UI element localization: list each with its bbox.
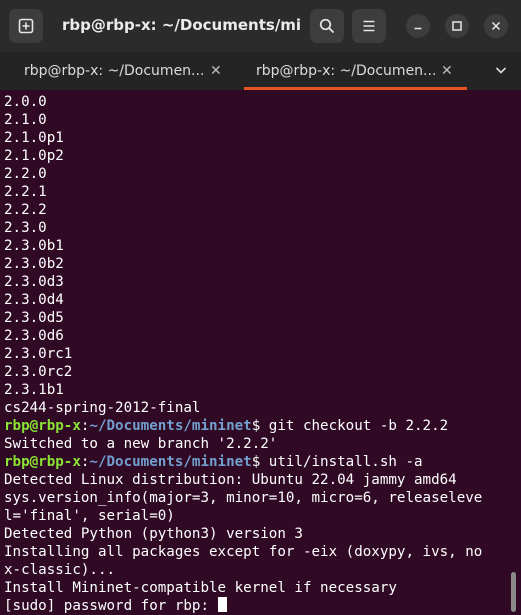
terminal-window: rbp@rbp-x: ~/Documents/minin... <box>0 0 521 615</box>
output-text: [sudo] password for rbp: <box>4 598 218 614</box>
output-text: 2.3.0d4 <box>4 292 64 308</box>
output-line: [sudo] password for rbp: <box>4 597 510 615</box>
tab-label: rbp@rbp-x: ~/Documen... <box>256 63 436 79</box>
prompt-path: ~/Documents/mininet <box>89 454 252 470</box>
output-text: 2.1.0p1 <box>4 130 64 146</box>
output-line: Installing all packages except for -eix … <box>4 543 510 561</box>
output-text: Installing all packages except for -eix … <box>4 544 483 560</box>
output-line: 2.3.0d4 <box>4 291 510 309</box>
text-cursor <box>217 597 227 612</box>
output-line: 2.2.1 <box>4 183 510 201</box>
output-line: 2.2.2 <box>4 201 510 219</box>
output-line: 2.3.0b2 <box>4 255 510 273</box>
command-text: $ git checkout -b 2.2.2 <box>251 418 449 434</box>
output-text: 2.3.0d5 <box>4 310 64 326</box>
output-line: sys.version_info(major=3, minor=10, micr… <box>4 489 510 507</box>
output-text: 2.3.0d6 <box>4 328 64 344</box>
minimize-icon <box>412 17 424 36</box>
output-line: 2.2.0 <box>4 165 510 183</box>
output-line: x-classic)... <box>4 561 510 579</box>
output-text: 2.3.0b1 <box>4 238 64 254</box>
output-text: 2.3.0rc1 <box>4 346 73 362</box>
output-line: 2.1.0p2 <box>4 147 510 165</box>
output-text: Detected Python (python3) version 3 <box>4 526 303 542</box>
output-line: 2.3.0d5 <box>4 309 510 327</box>
minimize-button[interactable] <box>406 14 430 38</box>
output-text: Switched to a new branch '2.2.2' <box>4 436 278 452</box>
output-line: l='final', serial=0) <box>4 507 510 525</box>
chevron-down-icon <box>494 62 508 81</box>
output-line: 2.3.0d3 <box>4 273 510 291</box>
prompt-line: rbp@rbp-x:~/Documents/mininet$ git check… <box>4 417 510 435</box>
output-line: Switched to a new branch '2.2.2' <box>4 435 510 453</box>
header-bar: rbp@rbp-x: ~/Documents/minin... <box>0 0 521 52</box>
search-button[interactable] <box>310 9 344 43</box>
output-text: Install Mininet-compatible kernel if nec… <box>4 580 397 596</box>
window-title: rbp@rbp-x: ~/Documents/minin... <box>62 16 302 34</box>
close-button[interactable] <box>484 14 508 38</box>
output-text: 2.3.0rc2 <box>4 364 73 380</box>
prompt-line: rbp@rbp-x:~/Documents/mininet$ util/inst… <box>4 453 510 471</box>
tab-close-icon[interactable]: ✕ <box>441 63 453 79</box>
output-line: 2.0.0 <box>4 93 510 111</box>
close-icon <box>490 17 502 36</box>
output-line: 2.3.0d6 <box>4 327 510 345</box>
terminal-output[interactable]: 2.0.0 2.1.0 2.1.0p1 2.1.0p2 2.2.0 2.2.1 2.2.2 2… <box>4 93 510 615</box>
search-icon <box>319 18 335 34</box>
output-text: sys.version_info(major=3, minor=10, micr… <box>4 490 483 506</box>
output-line: 2.3.0rc2 <box>4 363 510 381</box>
tab-terminal-1[interactable]: rbp@rbp-x: ~/Documen... ✕ <box>0 52 244 90</box>
menu-button[interactable] <box>352 9 386 43</box>
tab-close-icon[interactable]: ✕ <box>210 63 222 79</box>
output-text: 2.3.0d3 <box>4 274 64 290</box>
new-tab-icon <box>18 18 34 34</box>
tab-bar: rbp@rbp-x: ~/Documen... ✕ rbp@rbp-x: ~/D… <box>0 52 521 90</box>
output-line: 2.3.0b1 <box>4 237 510 255</box>
maximize-icon <box>451 17 463 36</box>
tab-label: rbp@rbp-x: ~/Documen... <box>24 63 204 79</box>
output-line: 2.1.0p1 <box>4 129 510 147</box>
output-line: Detected Linux distribution: Ubuntu 22.0… <box>4 471 510 489</box>
hamburger-menu-icon <box>361 18 377 34</box>
output-text: Detected Linux distribution: Ubuntu 22.0… <box>4 472 457 488</box>
prompt-user: rbp@rbp-x <box>4 454 81 470</box>
output-text: 2.3.0b2 <box>4 256 64 272</box>
active-tab-indicator <box>244 87 467 90</box>
prompt-user: rbp@rbp-x <box>4 418 81 434</box>
output-text: 2.3.0 <box>4 220 47 236</box>
command-text: $ util/install.sh -a <box>251 454 423 470</box>
output-text: 2.2.1 <box>4 184 47 200</box>
output-line: cs244-spring-2012-final <box>4 399 510 417</box>
output-text: l='final', serial=0) <box>4 508 175 524</box>
output-text: x-classic)... <box>4 562 116 578</box>
output-text: cs244-spring-2012-final <box>4 400 201 416</box>
output-text: 2.2.0 <box>4 166 47 182</box>
tab-list-button[interactable] <box>480 52 521 90</box>
scrollbar[interactable] <box>511 572 516 612</box>
output-line: 2.3.0 <box>4 219 510 237</box>
tab-terminal-2[interactable]: rbp@rbp-x: ~/Documen... ✕ <box>244 52 467 90</box>
output-line: Install Mininet-compatible kernel if nec… <box>4 579 510 597</box>
output-line: 2.1.0 <box>4 111 510 129</box>
output-line: 2.3.0rc1 <box>4 345 510 363</box>
prompt-path: ~/Documents/mininet <box>89 418 252 434</box>
output-text: 2.1.0p2 <box>4 148 64 164</box>
output-text: 2.3.1b1 <box>4 382 64 398</box>
output-text: 2.1.0 <box>4 112 47 128</box>
maximize-button[interactable] <box>445 14 469 38</box>
output-line: Detected Python (python3) version 3 <box>4 525 510 543</box>
output-text: 2.2.2 <box>4 202 47 218</box>
output-text: 2.0.0 <box>4 94 47 110</box>
new-tab-button[interactable] <box>9 9 43 43</box>
output-line: 2.3.1b1 <box>4 381 510 399</box>
